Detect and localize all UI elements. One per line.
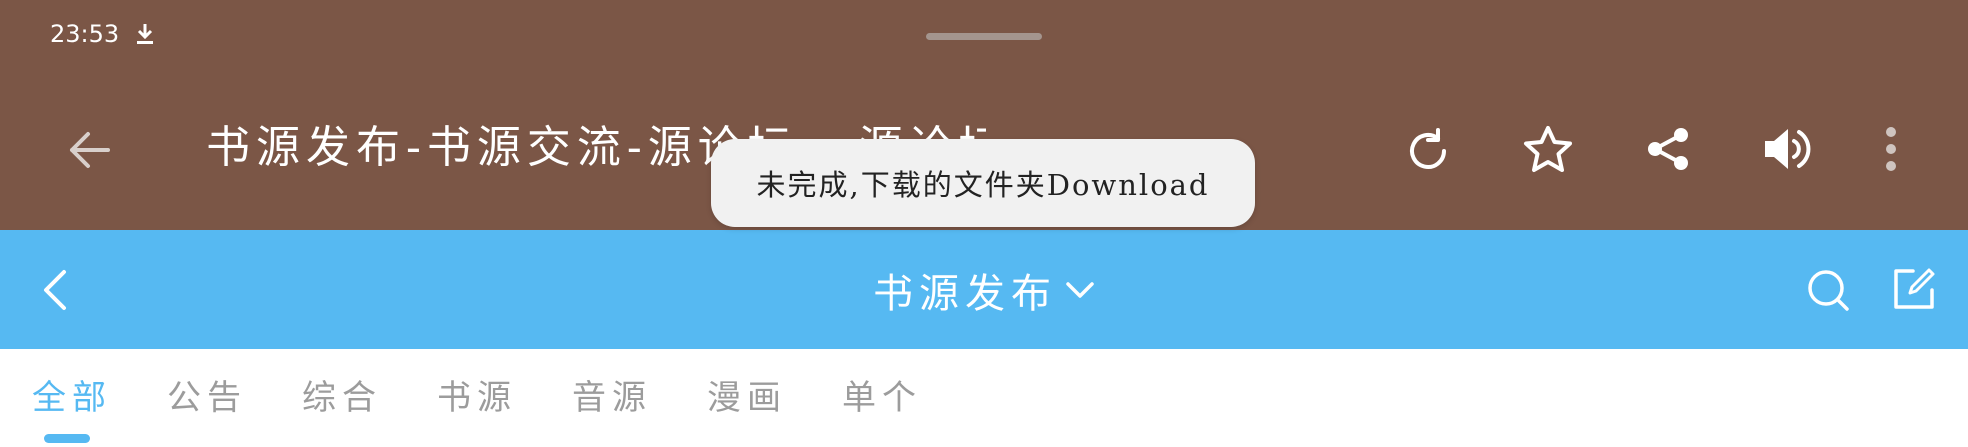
tab-single[interactable]: 单个 [842,375,922,421]
refresh-icon[interactable] [1405,128,1451,174]
forum-title: 书源发布 [873,270,1057,317]
tab-comics[interactable]: 漫画 [707,375,787,421]
category-tabs: 全部 公告 综合 书源 音源 漫画 单个 [0,349,1968,447]
more-vertical-icon[interactable] [1884,126,1898,172]
tab-audio-source[interactable]: 音源 [572,375,652,421]
toast-message: 未完成,下载的文件夹Download [756,168,1210,202]
compose-icon[interactable] [1891,266,1937,312]
forum-title-dropdown[interactable]: 书源发布 [0,230,1968,349]
chevron-down-icon [1066,281,1094,298]
tab-general[interactable]: 综合 [302,375,382,421]
status-time: 23:53 [50,20,120,48]
download-icon [137,24,153,44]
toast: 未完成,下载的文件夹Download [711,139,1255,227]
arrow-left-icon[interactable] [66,128,112,172]
tab-book-source[interactable]: 书源 [437,375,517,421]
tab-announcement[interactable]: 公告 [167,375,247,421]
tab-all[interactable]: 全部 [32,375,112,421]
star-icon[interactable] [1522,124,1574,174]
forum-header: 书源发布 [0,230,1968,349]
search-icon[interactable] [1806,268,1850,312]
share-icon[interactable] [1645,126,1691,172]
drag-handle[interactable] [926,33,1042,40]
tab-active-indicator [44,434,90,443]
speaker-icon[interactable] [1762,126,1812,172]
